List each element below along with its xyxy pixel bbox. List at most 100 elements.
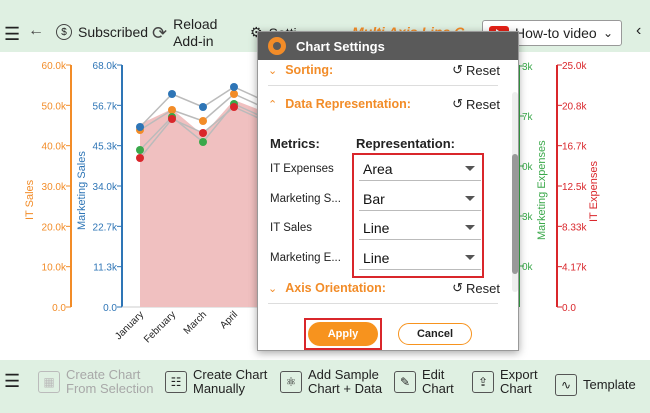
representation-header: Representation: <box>356 136 455 151</box>
axis-orientation-section[interactable]: ⌄ Axis Orientation: ↺ Reset <box>268 278 500 298</box>
it-expenses-tick-label: 8.33k <box>562 222 587 233</box>
category-label: April <box>218 309 240 331</box>
marketing-sales-point <box>168 90 176 98</box>
chevron-up-icon: ⌃ <box>268 98 278 111</box>
dollar-icon: $ <box>56 24 72 40</box>
marketing-sales-tick-label: 68.0k <box>93 61 118 72</box>
chevron-down-icon: ⌄ <box>268 282 278 295</box>
edit-chart-button[interactable]: ✎ Edit Chart <box>394 368 454 396</box>
marketing-sales-tick-label: 45.3k <box>93 142 118 153</box>
axis-orientation-label: Axis Orientation: <box>285 281 386 295</box>
add-sample-line2: Chart + Data <box>308 381 383 396</box>
sample-data-icon: ⚛ <box>280 371 302 393</box>
reset-label: Reset <box>466 96 500 112</box>
sorting-label: Sorting: <box>285 63 334 77</box>
edit-chart-icon: ✎ <box>394 371 416 393</box>
cancel-button[interactable]: Cancel <box>398 323 472 345</box>
export-chart-line1: Export <box>500 367 538 382</box>
it-sales-tick-label: 30.0k <box>42 182 67 193</box>
it-sales-point <box>199 117 207 125</box>
it-expenses-point <box>136 154 144 162</box>
it-sales-axis-title: IT Sales <box>24 179 36 220</box>
chevron-down-icon: ⌄ <box>268 64 278 77</box>
apply-button[interactable]: Apply <box>308 322 378 346</box>
list-icon: ☷ <box>165 371 187 393</box>
it-expenses-tick-label: 12.5k <box>562 182 587 193</box>
reset-label: Reset <box>466 62 500 78</box>
data-representation-label: Data Representation: <box>285 97 411 111</box>
marketing-expenses-tick-label: 3k <box>522 62 534 73</box>
marketing-sales-tick-label: 22.7k <box>93 222 118 233</box>
it-expenses-point <box>199 129 207 137</box>
scrollbar-thumb[interactable] <box>512 154 518 274</box>
menu-icon[interactable]: ☰ <box>4 372 20 390</box>
reset-icon: ↺ <box>452 280 464 295</box>
marketing-sales-point <box>230 83 238 91</box>
marketing-expenses-tick-label: 7k <box>522 112 534 123</box>
data-representation-reset-button[interactable]: ↺ Reset <box>452 96 500 112</box>
it-expenses-point <box>230 103 238 111</box>
template-button[interactable]: ∿ Template <box>555 374 636 396</box>
divider <box>268 303 498 304</box>
marketing-expenses-tick-label: 0k <box>522 162 534 173</box>
howto-label: How-to video <box>515 25 597 41</box>
it-expenses-tick-label: 4.17k <box>562 263 587 274</box>
it-sales-tick-label: 0.0 <box>52 303 66 314</box>
it-sales-tick-label: 20.0k <box>42 222 67 233</box>
it-sales-tick-label: 50.0k <box>42 101 67 112</box>
category-label: February <box>142 309 178 345</box>
sorting-reset-button[interactable]: ↺ Reset <box>452 62 500 78</box>
dialog-titlebar: Chart Settings <box>258 32 518 60</box>
marketing-expenses-tick-label: 3k <box>522 212 534 223</box>
export-chart-button[interactable]: ⇪ Export Chart <box>472 368 538 396</box>
export-icon: ⇪ <box>472 371 494 393</box>
marketing-sales-tick-label: 56.7k <box>93 101 118 112</box>
it-sales-tick-label: 40.0k <box>42 142 67 153</box>
it-expenses-tick-label: 20.8k <box>562 101 587 112</box>
marketing-sales-tick-label: 11.3k <box>93 263 118 274</box>
create-manually-line1: Create Chart <box>193 367 268 382</box>
create-from-selection-line2: From Selection <box>66 381 154 396</box>
dialog-scrollbar[interactable] <box>512 92 518 292</box>
data-representation-section[interactable]: ⌃ Data Representation: ↺ Reset <box>268 94 500 114</box>
marketing-sales-tick-label: 34.0k <box>93 182 118 193</box>
edit-chart-line1: Edit <box>422 367 445 382</box>
template-icon: ∿ <box>555 374 577 396</box>
marketing-sales-point <box>136 123 144 131</box>
marketing-expenses-axis-title: Marketing Expenses <box>536 140 548 240</box>
reload-addin-button[interactable]: ⟳ Reload Add-in <box>152 16 217 50</box>
it-expenses-tick-label: 16.7k <box>562 142 587 153</box>
axis-orientation-reset-button[interactable]: ↺ Reset <box>452 280 500 296</box>
menu-icon[interactable]: ☰ <box>4 24 20 45</box>
chevron-down-icon: ⌄ <box>602 26 613 40</box>
it-sales-point <box>168 106 176 114</box>
reset-label: Reset <box>466 280 500 296</box>
add-sample-line1: Add Sample <box>308 367 379 382</box>
reload-icon: ⟳ <box>152 22 168 43</box>
it-sales-point <box>230 90 238 98</box>
reset-icon: ↺ <box>452 62 464 77</box>
subscribed-button[interactable]: $ Subscribed <box>56 24 148 40</box>
edit-chart-line2: Chart <box>422 381 454 396</box>
marketing-sales-axis-title: Marketing Sales <box>76 151 88 230</box>
sorting-section[interactable]: ⌄ Sorting: ↺ Reset <box>268 60 500 80</box>
bottom-toolbar: ☰ ▦ Create Chart From Selection ☷ Create … <box>0 360 650 413</box>
divider <box>268 85 498 86</box>
metrics-header: Metrics: <box>270 136 320 151</box>
create-manually-button[interactable]: ☷ Create Chart Manually <box>165 368 267 396</box>
it-expenses-tick-label: 25.0k <box>562 61 587 72</box>
it-expenses-axis-title: IT Expenses <box>588 161 600 222</box>
metric-label-1: Marketing S... <box>270 193 341 205</box>
create-from-selection-button[interactable]: ▦ Create Chart From Selection <box>38 368 153 396</box>
marketing-sales-tick-label: 0.0 <box>103 303 117 314</box>
create-from-selection-line1: Create Chart <box>66 367 141 382</box>
dialog-title: Chart Settings <box>296 38 385 54</box>
marketing-sales-point <box>199 103 207 111</box>
back-arrow-icon[interactable]: ← <box>28 22 44 40</box>
template-label: Template <box>583 377 636 392</box>
add-sample-button[interactable]: ⚛ Add Sample Chart + Data <box>280 368 382 396</box>
metric-label-2: IT Sales <box>270 222 312 234</box>
it-expenses-point <box>168 115 176 123</box>
representation-highlight-box <box>352 153 484 278</box>
collapse-panel-icon[interactable]: ‹ <box>636 22 641 40</box>
